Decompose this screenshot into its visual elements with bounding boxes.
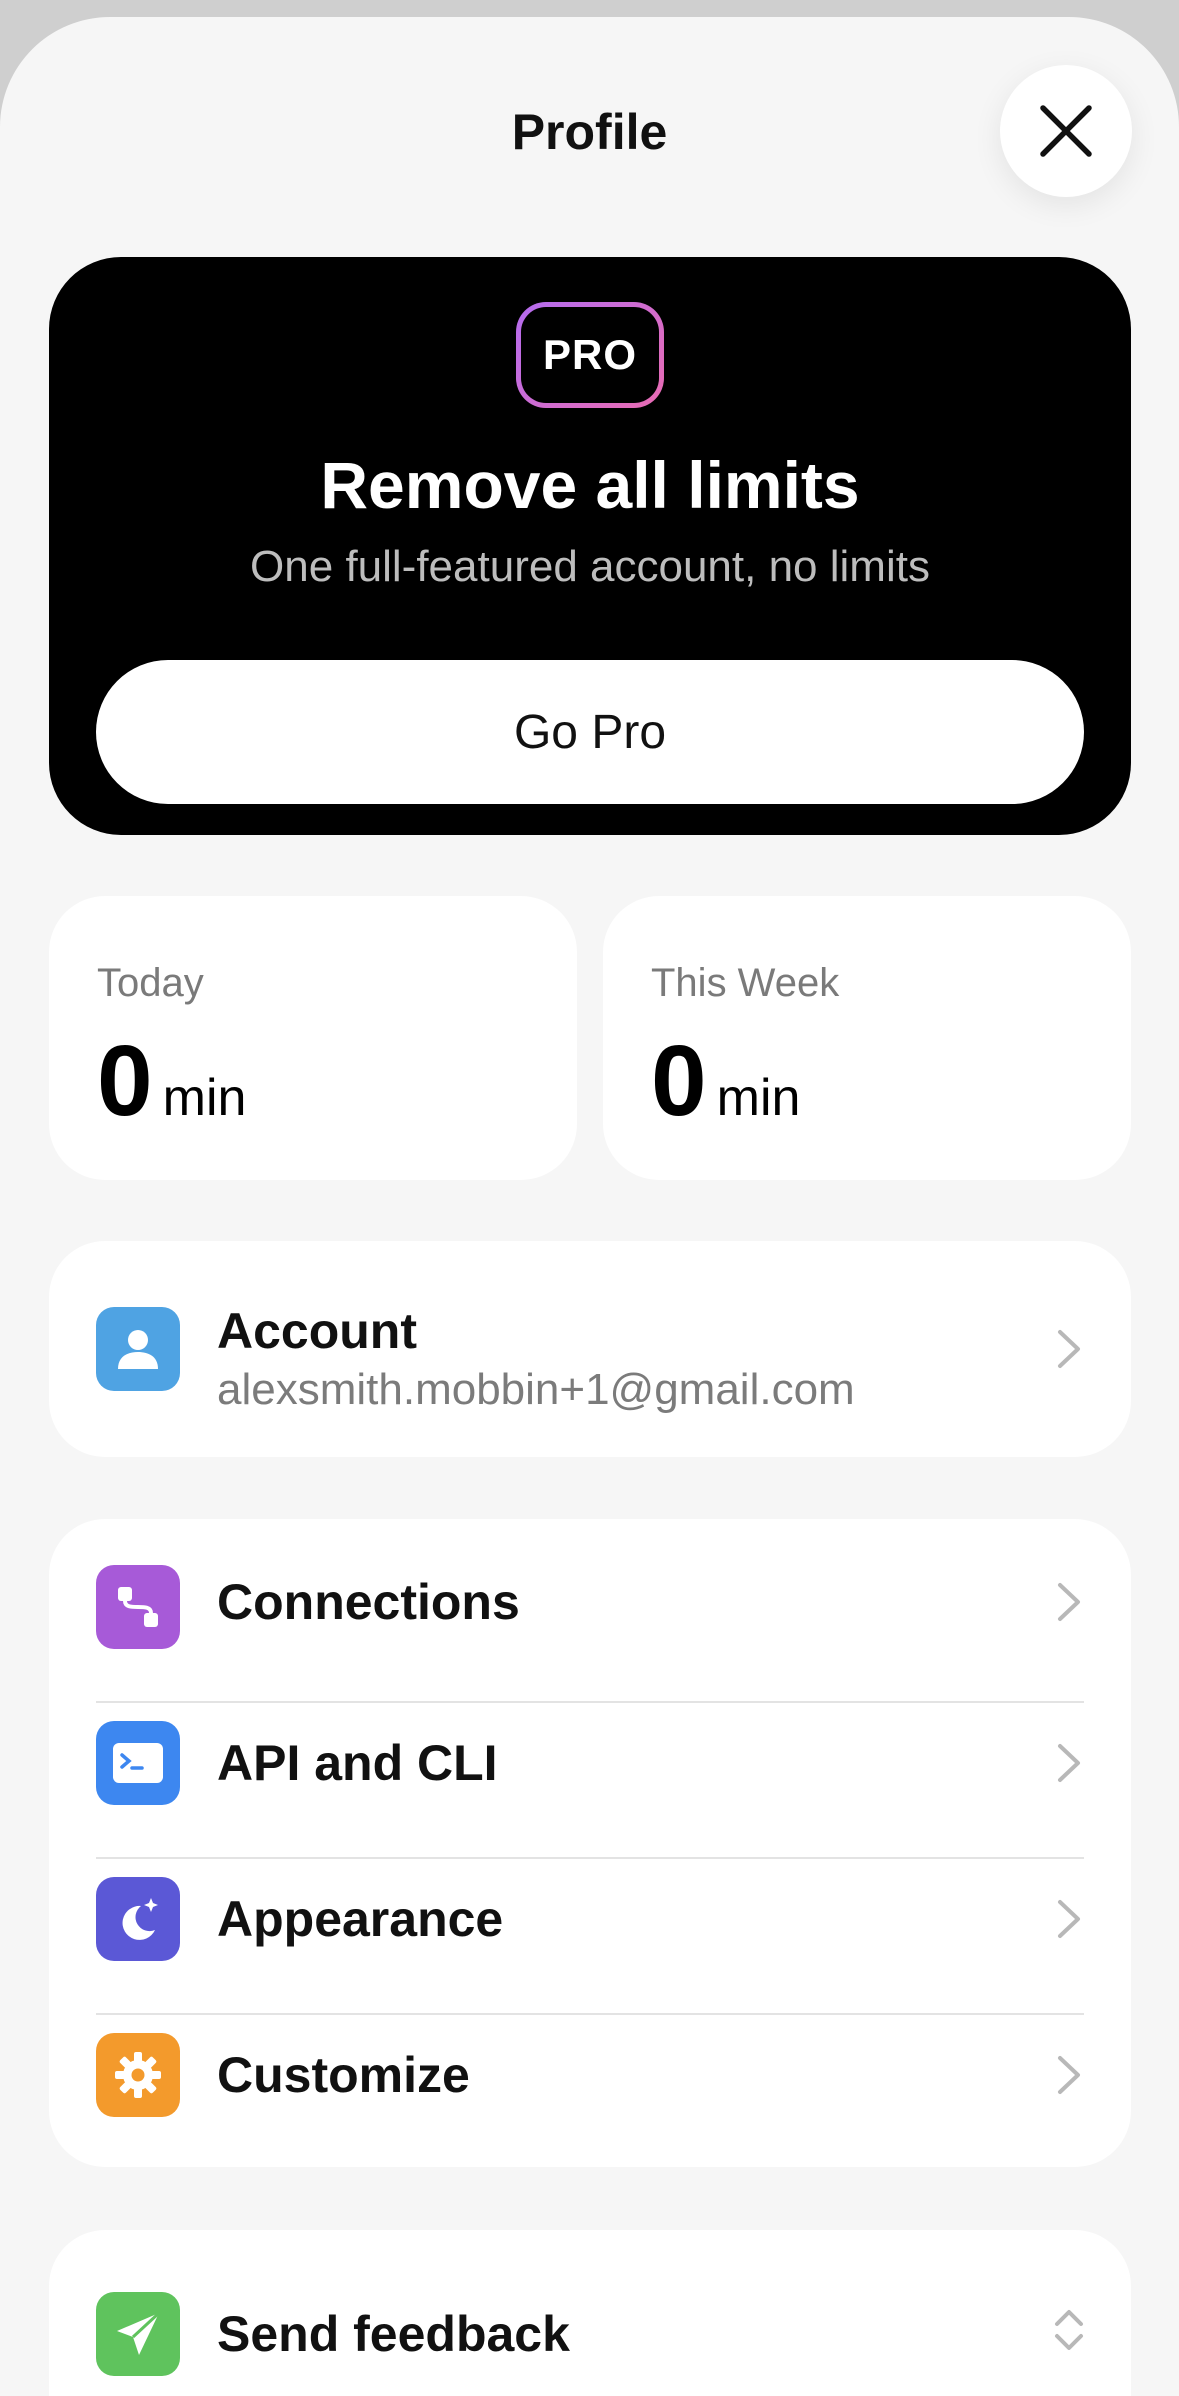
person-icon [96,1307,180,1391]
settings-item-label: Appearance [217,1891,504,1947]
account-row[interactable]: Account alexsmith.mobbin+1@gmail.com [49,1241,1131,1457]
pro-badge-label: PRO [521,307,659,403]
settings-item-label: Connections [217,1574,520,1630]
stat-today-value: 0 min [97,1026,246,1136]
pro-upsell-card: PRO Remove all limits One full-featured … [49,257,1131,835]
go-pro-button[interactable]: Go Pro [96,660,1084,804]
paper-plane-icon [96,2292,180,2376]
settings-item-appearance[interactable]: Appearance [49,1841,1131,1997]
chevron-right-icon [1049,1572,1089,1632]
pro-subtitle: One full-featured account, no limits [250,542,930,591]
pro-heading: Remove all limits [320,448,860,522]
chevron-right-icon [1049,1733,1089,1793]
stat-today-label: Today [97,961,204,1005]
stat-week-number: 0 [651,1025,707,1137]
moon-stars-icon [96,1877,180,1961]
chevron-right-icon [1049,1889,1089,1949]
settings-item-api-cli[interactable]: API and CLI [49,1685,1131,1841]
feedback-group: Send feedback [49,2230,1131,2396]
send-feedback-label: Send feedback [217,2306,570,2362]
close-button[interactable] [1000,65,1132,197]
gear-icon [96,2033,180,2117]
settings-item-label: Customize [217,2047,470,2103]
settings-group: Connections API and CLI Appearance Custo… [49,1519,1131,2167]
send-feedback-row[interactable]: Send feedback [49,2230,1131,2390]
stat-card-week: This Week 0 min [603,896,1131,1180]
stat-week-label: This Week [651,961,840,1005]
chevron-up-down-icon [1049,2300,1089,2360]
settings-item-customize[interactable]: Customize [49,1997,1131,2167]
stat-today-unit: min [162,1069,247,1127]
stat-today-number: 0 [97,1025,153,1137]
chevron-right-icon [1049,2045,1089,2105]
profile-sheet: Profile PRO Remove all limits One full-f… [0,17,1179,2396]
stat-week-value: 0 min [651,1026,800,1136]
settings-item-label: API and CLI [217,1735,498,1791]
stat-card-today: Today 0 min [49,896,577,1180]
account-email: alexsmith.mobbin+1@gmail.com [217,1365,855,1414]
close-icon [1040,105,1092,157]
account-label: Account [217,1303,417,1359]
chevron-right-icon [1049,1319,1089,1379]
pro-badge: PRO [516,302,664,408]
settings-item-connections[interactable]: Connections [49,1519,1131,1685]
connections-icon [96,1565,180,1649]
account-group: Account alexsmith.mobbin+1@gmail.com [49,1241,1131,1457]
stat-week-unit: min [716,1069,801,1127]
terminal-icon [96,1721,180,1805]
